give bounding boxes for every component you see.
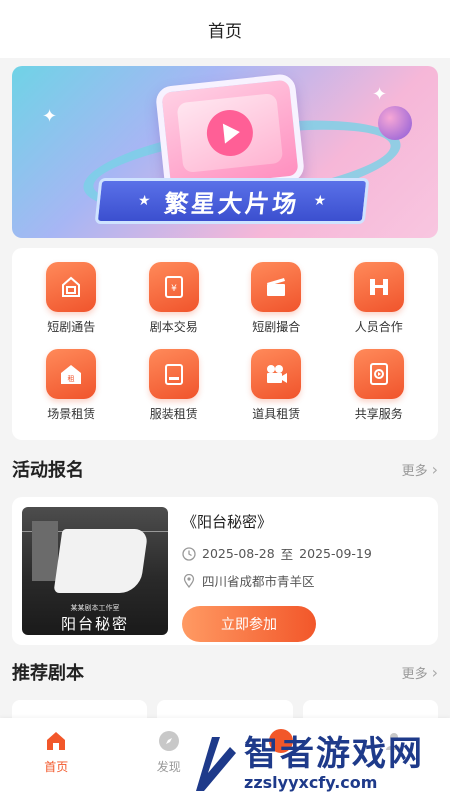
watermark-main-text: 智者游戏网: [244, 733, 424, 774]
top-header: 首页: [0, 0, 450, 58]
planet-decoration: [378, 106, 412, 140]
poster-title: 阳台秘密: [60, 615, 129, 633]
grid-item-scene-rental[interactable]: 租 场景租赁: [20, 349, 123, 422]
function-grid-card: 短剧通告 ¥ 剧本交易 短剧撮合 人员合作 租 场景租赁 服装租赁 道具租赁 共…: [12, 248, 438, 440]
scripts-section-header: 推荐剧本 更多 ›: [12, 657, 438, 687]
activity-section-header: 活动报名 更多 ›: [12, 454, 438, 484]
watermark-url: zzslyyxcfy.com: [244, 772, 378, 792]
sparkle-icon: ✦: [42, 106, 58, 127]
svg-text:租: 租: [68, 375, 75, 383]
more-label: 更多: [401, 666, 428, 682]
grid-item-matching[interactable]: 短剧撮合: [225, 262, 328, 335]
tab-label: 首页: [44, 760, 69, 774]
grid-item-label: 道具租赁: [252, 407, 301, 421]
activity-date-end: 2025-09-19: [299, 546, 372, 561]
star-icon: ★: [312, 193, 327, 209]
location-pin-icon: [183, 573, 195, 588]
activity-title: 《阳台秘密》: [182, 513, 273, 531]
tv-illustration: [154, 72, 306, 196]
grid-item-share-service[interactable]: 共享服务: [328, 349, 431, 422]
camera-icon: [251, 349, 302, 399]
play-icon: [204, 107, 256, 159]
star-icon: ★: [137, 193, 152, 209]
script-trade-icon: ¥: [148, 262, 199, 312]
promo-banner[interactable]: ✦ ✦ ★ 繁星大片场 ★: [12, 66, 438, 238]
grid-item-costume-rental[interactable]: 服装租赁: [123, 349, 226, 422]
chevron-right-icon: ›: [431, 459, 438, 479]
grid-item-label: 短剧通告: [47, 320, 96, 334]
svg-text:¥: ¥: [171, 284, 177, 294]
watermark-logo-icon: [196, 737, 236, 791]
activity-location: 四川省成都市青羊区: [202, 574, 315, 589]
activity-info: 《阳台秘密》 2025-08-28 至 2025-09-19 四川省成都市青羊区…: [182, 507, 428, 642]
home-icon: [43, 728, 69, 754]
section-title: 活动报名: [12, 460, 84, 481]
activity-date-sep: 至: [280, 547, 294, 562]
grid-item-label: 服装租赁: [149, 407, 198, 421]
activity-poster: 某某剧本工作室 阳台秘密: [22, 507, 168, 635]
more-label: 更多: [401, 463, 428, 479]
grid-item-label: 场景租赁: [47, 407, 96, 421]
house-icon: 租: [46, 349, 97, 399]
site-watermark: 智者游戏网 zzslyyxcfy.com: [190, 726, 450, 800]
activity-date-row: 2025-08-28 至 2025-09-19: [182, 544, 428, 563]
script-card[interactable]: [12, 700, 148, 720]
activity-location-row: 四川省成都市青羊区: [182, 571, 428, 590]
function-grid: 短剧通告 ¥ 剧本交易 短剧撮合 人员合作 租 场景租赁 服装租赁 道具租赁 共…: [20, 262, 430, 422]
script-card[interactable]: [157, 700, 293, 720]
grid-item-label: 剧本交易: [149, 320, 198, 334]
activity-date-start: 2025-08-28: [202, 546, 275, 561]
activity-card[interactable]: 某某剧本工作室 阳台秘密 《阳台秘密》 2025-08-28 至 2025-09…: [12, 497, 438, 645]
compass-icon: [156, 728, 182, 754]
grid-item-cooperation[interactable]: 人员合作: [328, 262, 431, 335]
grid-item-label: 短剧撮合: [252, 320, 301, 334]
script-card-list: [12, 700, 438, 720]
more-link[interactable]: 更多 ›: [402, 460, 438, 479]
grid-item-prop-rental[interactable]: 道具租赁: [225, 349, 328, 422]
clapperboard-icon: [251, 262, 302, 312]
costume-icon: [148, 349, 199, 399]
tab-label: 发现: [156, 760, 181, 774]
cooperation-icon: [353, 262, 404, 312]
tab-home[interactable]: 首页: [11, 728, 101, 800]
chevron-right-icon: ›: [431, 662, 438, 682]
grid-item-notice[interactable]: 短剧通告: [20, 262, 123, 335]
sparkle-icon: ✦: [372, 84, 388, 105]
banner-ribbon: ★ 繁星大片场 ★: [94, 178, 370, 224]
grid-item-label: 人员合作: [354, 320, 403, 334]
poster-subtitle: 某某剧本工作室: [70, 604, 120, 612]
notice-icon: [46, 262, 97, 312]
join-now-button[interactable]: 立即参加: [182, 606, 316, 642]
more-link[interactable]: 更多 ›: [402, 663, 438, 682]
page-title: 首页: [208, 21, 242, 42]
grid-item-label: 共享服务: [354, 407, 403, 421]
section-title: 推荐剧本: [12, 663, 84, 684]
banner-title: 繁星大片场: [162, 189, 301, 218]
grid-item-script-trade[interactable]: ¥ 剧本交易: [123, 262, 226, 335]
clock-icon: [182, 546, 196, 561]
script-card[interactable]: [302, 700, 438, 720]
share-service-icon: [353, 349, 404, 399]
